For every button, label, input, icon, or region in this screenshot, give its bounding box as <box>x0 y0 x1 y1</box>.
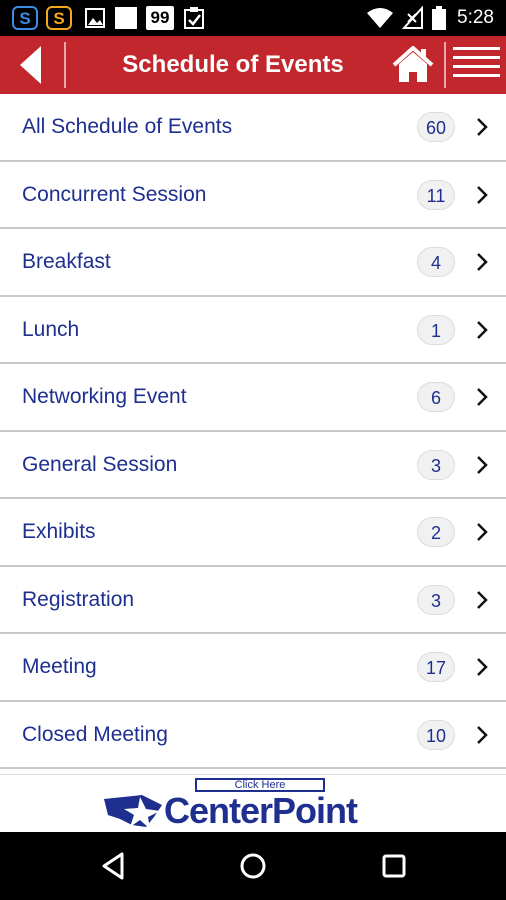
centerpoint-logo-icon <box>104 795 162 829</box>
title-bar: Schedule of Events <box>0 36 506 94</box>
chevron-right-icon <box>477 388 488 406</box>
chevron-right-icon <box>477 658 488 676</box>
category-row-lunch[interactable]: Lunch 1 <box>0 296 506 364</box>
chevron-right-icon <box>477 455 488 474</box>
back-arrow-icon <box>20 46 41 84</box>
category-count-badge: 4 <box>417 247 455 277</box>
ad-banner[interactable]: Click Here CenterPoint <box>0 774 506 833</box>
battery-icon <box>432 6 446 30</box>
category-row-exhibits[interactable]: Exhibits 2 <box>0 499 506 567</box>
chevron-right-icon <box>477 118 488 136</box>
back-button[interactable] <box>0 36 62 94</box>
category-label: Exhibits <box>22 520 96 543</box>
chevron-right-icon <box>477 253 488 271</box>
category-label: Breakfast <box>22 250 111 273</box>
chevron-right-icon <box>477 320 488 339</box>
category-count-badge: 17 <box>417 652 455 682</box>
category-count-badge: 2 <box>417 517 455 547</box>
category-count-badge: 3 <box>417 449 455 480</box>
category-count-badge: 10 <box>417 719 455 750</box>
category-label: General Session <box>22 452 178 476</box>
category-label: All Schedule of Events <box>22 115 233 138</box>
status-bar: S S 99 5:28 <box>0 0 506 36</box>
svg-text:S: S <box>53 9 64 28</box>
category-row-registration[interactable]: Registration 3 <box>0 566 506 634</box>
chevron-right-icon <box>477 523 488 541</box>
no-signal-icon <box>402 6 423 29</box>
nav-home-icon[interactable] <box>235 848 271 884</box>
category-row-all-schedule[interactable]: All Schedule of Events 60 <box>0 94 506 162</box>
svg-text:S: S <box>19 9 30 28</box>
chevron-right-icon <box>477 185 488 204</box>
ad-brand-name: CenterPoint <box>164 790 358 831</box>
category-count-badge: 60 <box>417 112 455 142</box>
dollar-app-icon: S <box>46 6 72 30</box>
nav-back-icon[interactable] <box>96 848 132 884</box>
chevron-right-icon <box>477 590 488 609</box>
chevron-right-icon <box>477 725 488 744</box>
clipboard-check-icon <box>184 7 204 29</box>
category-label: Closed Meeting <box>22 722 168 746</box>
category-count-badge: 3 <box>417 584 455 615</box>
menu-button[interactable] <box>446 36 506 94</box>
image-icon <box>85 8 105 28</box>
category-label: Networking Event <box>22 385 187 408</box>
home-button[interactable] <box>388 36 438 94</box>
wifi-icon <box>367 8 393 28</box>
category-row-breakfast[interactable]: Breakfast 4 <box>0 229 506 297</box>
category-count-badge: 6 <box>417 382 455 412</box>
system-nav-bar <box>0 832 506 900</box>
category-label: Lunch <box>22 317 80 341</box>
category-row-closed-meeting[interactable]: Closed Meeting 10 <box>0 701 506 769</box>
status-time: 5:28 <box>457 7 494 28</box>
category-label: Meeting <box>22 655 97 678</box>
category-row-general-session[interactable]: General Session 3 <box>0 431 506 499</box>
category-row-networking-event[interactable]: Networking Event 6 <box>0 364 506 432</box>
home-icon <box>392 46 434 82</box>
sync-app-icon: S <box>12 6 38 30</box>
event-category-list: All Schedule of Events 60 Concurrent Ses… <box>0 94 506 769</box>
category-row-concurrent-session[interactable]: Concurrent Session 11 <box>0 161 506 229</box>
hamburger-menu-icon <box>453 47 500 77</box>
notification-badge: 99 <box>146 6 174 30</box>
category-count-badge: 11 <box>417 179 455 210</box>
nav-recents-icon[interactable] <box>376 848 412 884</box>
category-label: Registration <box>22 587 135 611</box>
title-divider-left <box>64 42 66 88</box>
category-count-badge: 1 <box>417 314 455 345</box>
category-label: Concurrent Session <box>22 182 207 206</box>
blank-notification-icon <box>115 7 137 29</box>
category-row-meeting[interactable]: Meeting 17 <box>0 634 506 702</box>
page-title: Schedule of Events <box>122 51 344 78</box>
